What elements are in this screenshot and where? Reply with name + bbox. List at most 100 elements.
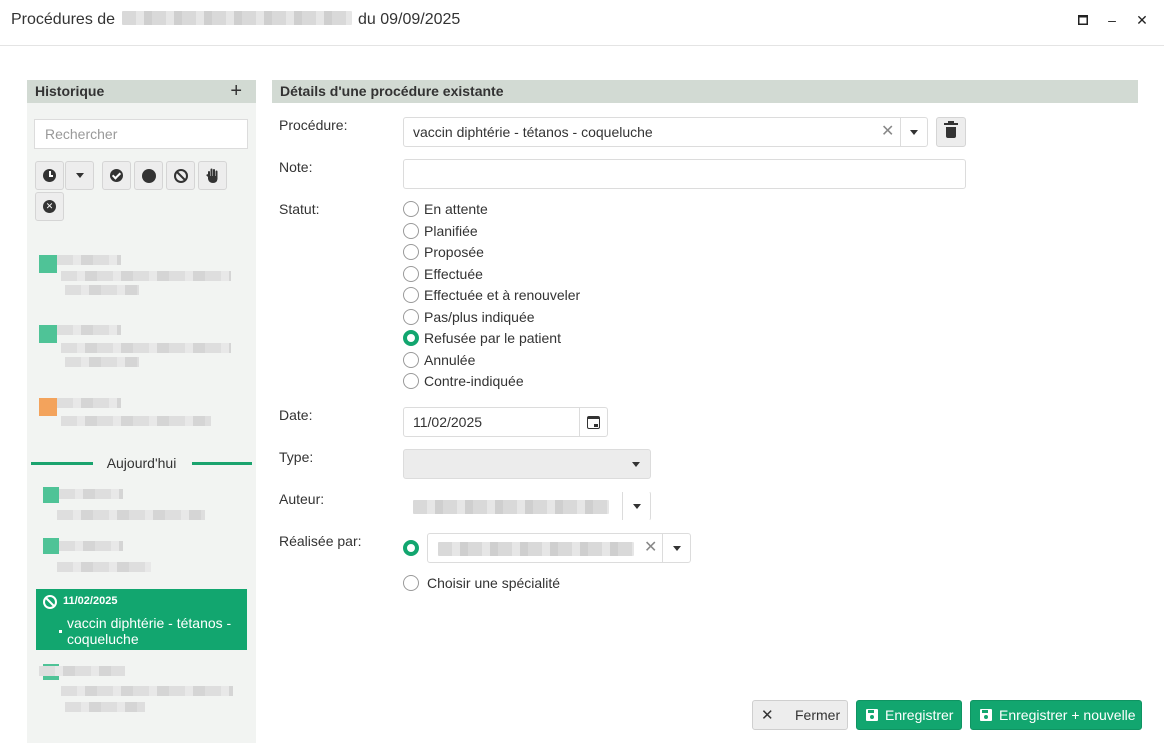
realisee-select[interactable]: ✕: [427, 533, 691, 563]
procedure-select[interactable]: vaccin diphtérie - tétanos - coqueluche …: [403, 117, 928, 147]
maximize-icon[interactable]: [1073, 10, 1093, 30]
redacted-text: [59, 541, 123, 551]
clear-icon[interactable]: ✕: [644, 540, 657, 556]
filter-dropdown-button[interactable]: [65, 161, 94, 190]
radio-icon[interactable]: [403, 266, 419, 282]
history-color-marker: [43, 487, 59, 503]
date-field[interactable]: 11/02/2025: [403, 407, 608, 437]
redacted-realisee-name: [438, 542, 634, 556]
auteur-dropdown-button[interactable]: [622, 492, 650, 520]
radio-icon[interactable]: [403, 244, 419, 260]
search-input[interactable]: [34, 119, 248, 149]
caret-down-icon: [672, 545, 681, 551]
redacted-text: [61, 271, 231, 281]
filter-hand-button[interactable]: [198, 161, 227, 190]
history-color-marker: [39, 255, 57, 273]
calendar-icon: [587, 415, 600, 429]
close-button[interactable]: ✕ Fermer: [752, 700, 848, 730]
ban-icon: [43, 595, 57, 609]
details-header: Détails d'une procédure existante: [272, 80, 1138, 103]
date-value: 11/02/2025: [413, 414, 483, 430]
statut-option-annulee[interactable]: Annulée: [403, 350, 475, 370]
statut-option-proposee[interactable]: Proposée: [403, 242, 484, 262]
procedure-value: vaccin diphtérie - tétanos - coqueluche: [413, 124, 653, 140]
statut-option-planifiee[interactable]: Planifiée: [403, 221, 478, 241]
radio-selected-icon[interactable]: [403, 540, 419, 556]
clear-icon[interactable]: ✕: [881, 124, 894, 140]
statut-option-contre-indiquee[interactable]: Contre-indiquée: [403, 371, 524, 391]
radio-icon[interactable]: [403, 352, 419, 368]
redacted-text: [57, 562, 151, 572]
date-label: Date:: [279, 407, 313, 423]
statut-option-effectuee-renouveler[interactable]: Effectuée et à renouveler: [403, 285, 580, 305]
redacted-text: [59, 489, 123, 499]
radio-selected-icon[interactable]: [403, 330, 419, 346]
history-color-marker: [39, 325, 57, 343]
auteur-label: Auteur:: [279, 491, 325, 507]
save-new-button[interactable]: Enregistrer + nouvelle: [970, 700, 1142, 730]
redacted-text: [65, 357, 139, 367]
filter-done-button[interactable]: [102, 161, 131, 190]
window-title: Procédures de du 09/09/2025: [11, 11, 460, 29]
statut-option-refusee[interactable]: Refusée par le patient: [403, 328, 561, 348]
delete-button[interactable]: [936, 117, 966, 147]
add-icon[interactable]: +: [230, 80, 242, 102]
statut-option-label: Annulée: [424, 352, 476, 368]
save-icon: [866, 709, 878, 721]
radio-icon[interactable]: [403, 287, 419, 303]
type-label: Type:: [279, 449, 314, 465]
redacted-patient-name: [121, 11, 352, 25]
statut-option-effectuee[interactable]: Effectuée: [403, 264, 483, 284]
realisee-person-option[interactable]: [403, 538, 419, 558]
filter-pending-button[interactable]: [35, 161, 64, 190]
realisee-specialite-option[interactable]: Choisir une spécialité: [403, 573, 560, 593]
save-button[interactable]: Enregistrer: [856, 700, 962, 730]
statut-option-label: Planifiée: [424, 223, 478, 239]
procedure-label: Procédure:: [279, 117, 348, 133]
history-item-name: vaccin diphtérie - tétanos - coqueluche: [67, 615, 232, 647]
realisee-dropdown-button[interactable]: [662, 534, 690, 562]
save-new-button-label: Enregistrer + nouvelle: [999, 707, 1136, 723]
history-item-selected[interactable]: 11/02/2025 vaccin diphtérie - tétanos - …: [36, 589, 247, 650]
history-color-marker: [39, 398, 57, 416]
clock-icon: [43, 169, 56, 182]
radio-icon[interactable]: [403, 223, 419, 239]
caret-down-icon: [910, 129, 918, 135]
statut-option-pas-plus-indiquee[interactable]: Pas/plus indiquée: [403, 307, 535, 327]
separator-line: [192, 462, 252, 465]
redacted-text: [57, 255, 121, 265]
date-picker-button[interactable]: [579, 408, 607, 436]
redacted-text: [57, 398, 121, 408]
statut-label: Statut:: [279, 201, 320, 217]
filter-planned-button[interactable]: [134, 161, 163, 190]
window-titlebar: Procédures de du 09/09/2025 – ✕: [0, 0, 1164, 46]
check-circle-icon: [110, 169, 123, 182]
note-label: Note:: [279, 159, 313, 175]
redacted-text: [61, 416, 211, 426]
close-icon[interactable]: ✕: [1132, 10, 1152, 30]
radio-icon[interactable]: [403, 373, 419, 389]
history-sidebar: Historique + ✕: [27, 80, 256, 743]
note-input[interactable]: [403, 159, 966, 189]
statut-option-label: En attente: [424, 201, 488, 217]
radio-icon[interactable]: [403, 201, 419, 217]
bullet-icon: [59, 630, 62, 633]
trash-icon: [944, 120, 958, 138]
filter-refused-button[interactable]: [166, 161, 195, 190]
statut-option-label: Effectuée et à renouveler: [424, 287, 581, 303]
caret-down-icon: [75, 173, 84, 178]
type-select[interactable]: [403, 449, 651, 479]
history-title: Historique: [35, 83, 105, 99]
ban-icon: [173, 168, 188, 183]
radio-icon[interactable]: [403, 309, 419, 325]
statut-option-en-attente[interactable]: En attente: [403, 199, 488, 219]
filter-cancelled-button[interactable]: ✕: [35, 192, 64, 221]
auteur-select[interactable]: [398, 491, 651, 521]
radio-icon[interactable]: [403, 575, 419, 591]
close-icon: ✕: [761, 707, 774, 724]
redacted-text: [65, 285, 139, 295]
procedure-dropdown-button[interactable]: [900, 118, 927, 146]
minimize-icon[interactable]: –: [1102, 10, 1122, 30]
save-icon: [980, 709, 992, 721]
caret-down-icon: [632, 503, 641, 509]
